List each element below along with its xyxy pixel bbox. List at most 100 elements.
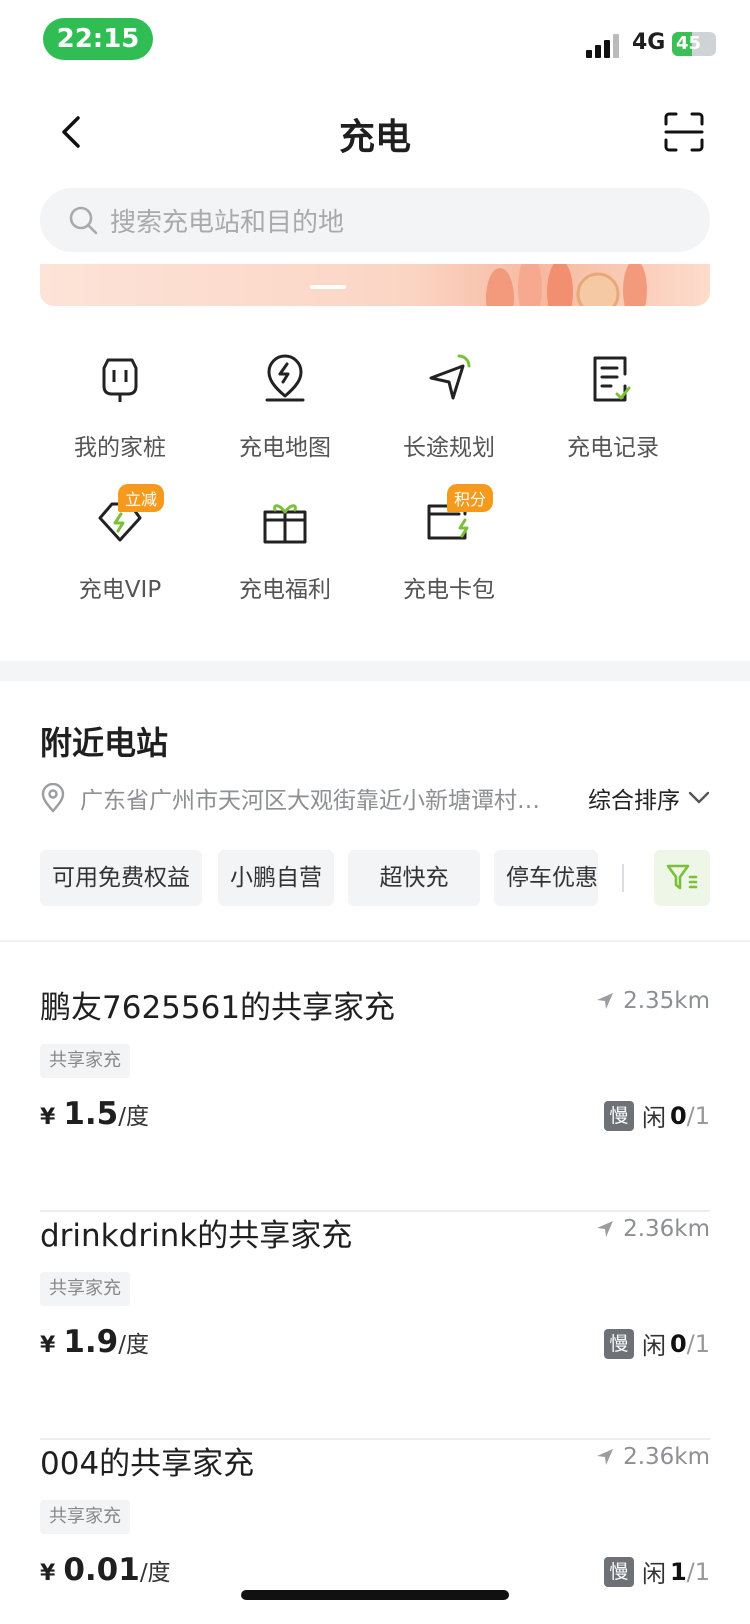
station-card[interactable]: drinkdrink的共享家充 2.36km 共享家充 ¥ 1.9 /度 慢 闲…	[40, 1210, 710, 1440]
scan-icon	[664, 112, 704, 152]
quick-item-label: 充电地图	[239, 435, 331, 461]
slow-charge-badge: 慢	[603, 1100, 634, 1131]
section-divider	[0, 661, 750, 681]
station-card[interactable]: 鹏友7625561的共享家充 2.35km 共享家充 ¥ 1.5 /度 慢 闲 …	[40, 982, 710, 1212]
sort-dropdown[interactable]: 综合排序	[588, 781, 710, 815]
sort-label: 综合排序	[588, 788, 680, 814]
card-wallet-icon: 积分	[419, 484, 494, 552]
battery-percent: 45	[676, 33, 702, 54]
total-count: /1	[686, 1101, 710, 1130]
location-pin-icon	[41, 783, 65, 813]
idle-count: 0	[669, 1329, 687, 1358]
quick-item-label: 充电VIP	[78, 577, 162, 603]
price-value: 0.01	[63, 1552, 140, 1588]
filter-chip-free-benefit[interactable]: 可用免费权益	[40, 850, 202, 906]
list-divider	[0, 940, 750, 942]
search-placeholder: 搜索充电站和目的地	[110, 207, 345, 238]
slow-charge-badge: 慢	[603, 1556, 634, 1587]
search-input[interactable]: 搜索充电站和目的地	[40, 188, 710, 252]
banner-illustration	[486, 264, 647, 306]
price-unit: /度	[139, 1560, 171, 1586]
slow-charge-badge: 慢	[603, 1328, 634, 1359]
search-icon	[69, 206, 98, 235]
distance-value: 2.36km	[623, 1216, 710, 1242]
station-distance: 2.36km	[595, 1444, 710, 1470]
quick-item-label: 充电卡包	[403, 577, 495, 603]
station-tag: 共享家充	[40, 1272, 130, 1306]
network-type: 4G	[632, 30, 666, 55]
total-count: /1	[686, 1557, 710, 1586]
station-tag: 共享家充	[40, 1044, 130, 1078]
quick-item-card-wallet[interactable]: 积分 充电卡包	[364, 484, 534, 604]
quick-item-vip[interactable]: 立减 充电VIP	[35, 484, 205, 604]
price-value: 1.5	[63, 1096, 119, 1132]
station-availability: 慢 闲 0 /1	[603, 1098, 710, 1133]
filter-separator	[622, 864, 624, 892]
station-availability: 慢 闲 0 /1	[603, 1326, 710, 1361]
quick-item-welfare[interactable]: 充电福利	[200, 492, 370, 604]
quick-item-label: 充电记录	[567, 435, 659, 461]
total-count: /1	[686, 1329, 710, 1358]
page-title: 充电	[338, 117, 411, 158]
nav-bar: 充电	[0, 90, 750, 176]
quick-item-badge: 积分	[447, 484, 494, 512]
distance-value: 2.36km	[623, 1444, 710, 1470]
status-time: 22:15	[43, 18, 153, 60]
quick-item-charging-map[interactable]: 充电地图	[200, 350, 370, 462]
home-charger-icon	[90, 350, 150, 410]
station-name: drinkdrink的共享家充	[40, 1218, 353, 1254]
price-currency: ¥	[40, 1105, 56, 1130]
chevron-down-icon	[688, 791, 710, 804]
status-bar: 22:15 4G 45	[0, 0, 750, 80]
station-distance: 2.35km	[595, 988, 710, 1014]
station-availability: 慢 闲 1 /1	[603, 1554, 710, 1589]
scan-button[interactable]	[662, 110, 706, 154]
promo-banner[interactable]	[40, 264, 710, 306]
price-unit: /度	[118, 1104, 149, 1130]
banner-page-indicator	[310, 285, 346, 289]
navigation-arrow-icon	[597, 1221, 614, 1237]
filter-chip-ultra-fast[interactable]: 超快充	[348, 850, 480, 906]
quick-item-charging-record[interactable]: 充电记录	[528, 350, 698, 462]
quick-item-label: 充电福利	[239, 577, 331, 603]
charging-record-icon	[583, 350, 643, 410]
idle-label: 闲	[641, 1560, 666, 1588]
filter-icon	[666, 864, 698, 890]
filter-chips: 可用免费权益 小鹏自营 超快充 停车优惠	[40, 850, 710, 906]
vip-tag-icon: 立减	[90, 484, 165, 552]
quick-item-home-charger[interactable]: 我的家桩	[35, 350, 205, 462]
filter-chip-parking-discount[interactable]: 停车优惠	[494, 850, 598, 906]
quick-item-badge: 立减	[118, 484, 165, 512]
station-name: 鹏友7625561的共享家充	[40, 990, 396, 1026]
price-currency: ¥	[40, 1561, 56, 1586]
price-unit: /度	[118, 1332, 149, 1358]
station-card[interactable]: 004的共享家充 2.36km 共享家充 ¥ 0.01 /度 慢 闲 1 /1	[40, 1438, 710, 1598]
idle-label: 闲	[641, 1104, 666, 1132]
station-tag: 共享家充	[40, 1500, 130, 1534]
gift-icon	[255, 492, 315, 552]
advanced-filter-button[interactable]	[654, 850, 710, 906]
station-name: 004的共享家充	[40, 1446, 255, 1482]
station-price: ¥ 0.01 /度	[40, 1552, 171, 1588]
idle-count: 1	[669, 1557, 687, 1586]
quick-item-label: 我的家桩	[74, 435, 166, 461]
nearby-section-title: 附近电站	[40, 724, 169, 762]
price-currency: ¥	[40, 1333, 56, 1358]
battery-icon: 45	[672, 32, 716, 56]
cellular-signal-icon	[586, 34, 622, 58]
quick-item-route-plan[interactable]: 长途规划	[364, 350, 534, 462]
current-location-address[interactable]: 广东省广州市天河区大观街靠近小新塘谭村…	[80, 781, 560, 815]
charging-map-pin-icon	[255, 350, 315, 410]
price-value: 1.9	[63, 1324, 119, 1360]
idle-label: 闲	[641, 1332, 666, 1360]
route-plan-icon	[419, 350, 479, 410]
location-row: 广东省广州市天河区大观街靠近小新塘谭村… 综合排序	[40, 780, 710, 816]
station-price: ¥ 1.5 /度	[40, 1096, 149, 1132]
navigation-arrow-icon	[597, 993, 614, 1009]
station-distance: 2.36km	[595, 1216, 710, 1242]
home-indicator[interactable]	[241, 1590, 509, 1600]
idle-count: 0	[669, 1101, 687, 1130]
quick-item-label: 长途规划	[403, 435, 495, 461]
filter-chip-xpeng-self-operated[interactable]: 小鹏自营	[218, 850, 334, 906]
distance-value: 2.35km	[623, 988, 710, 1014]
